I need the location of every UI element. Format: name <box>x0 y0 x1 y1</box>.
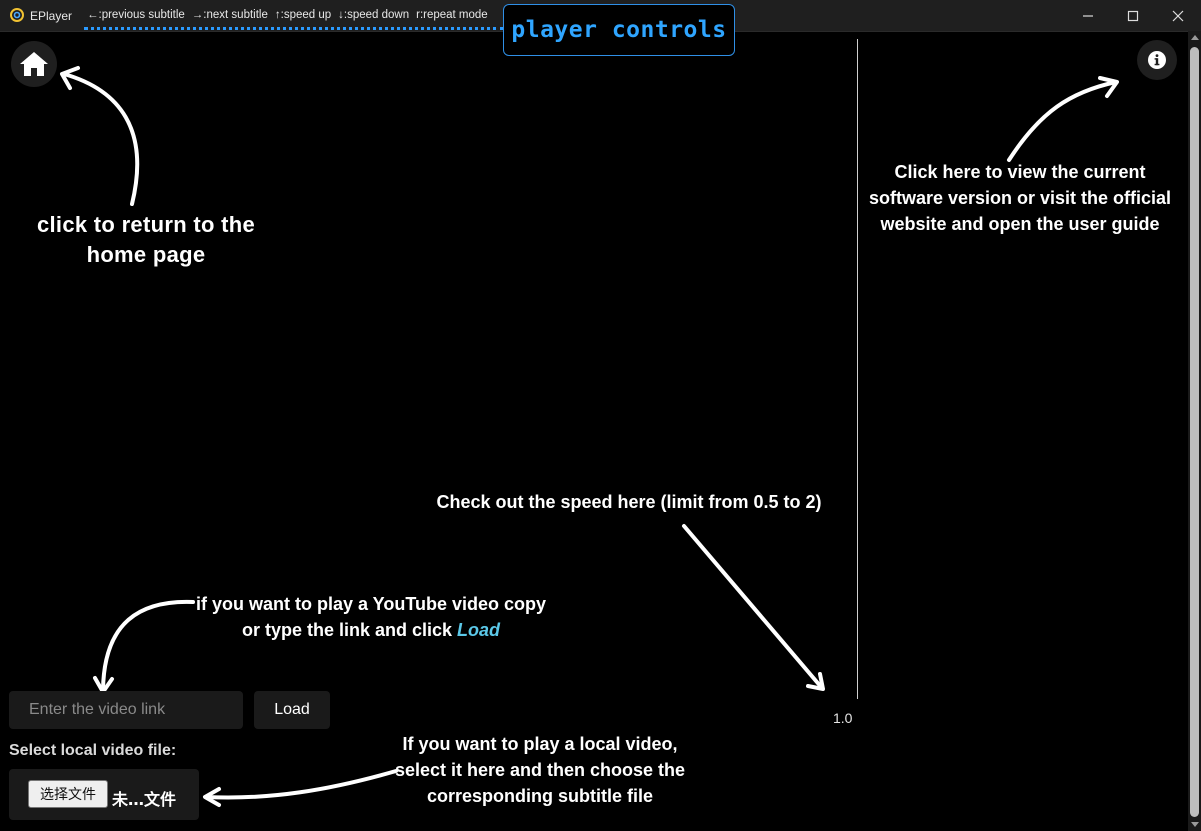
home-icon <box>20 52 48 76</box>
info-icon <box>1148 51 1166 69</box>
home-annotation: click to return to the home page <box>36 212 256 267</box>
choose-file-button[interactable]: 选择文件 <box>28 780 108 808</box>
speed-arrow <box>682 524 825 691</box>
file-status: 未…文件 <box>112 790 177 809</box>
shortcut-hints: ←:previous subtitle →:next subtitle ↑:sp… <box>87 9 488 21</box>
player-controls-badge: player controls <box>503 4 735 56</box>
info-arrow <box>1007 76 1119 162</box>
minimize-button[interactable] <box>1065 0 1111 31</box>
info-button[interactable] <box>1137 40 1177 80</box>
scroll-up-arrow-icon[interactable] <box>1191 35 1199 40</box>
app-title: EPlayer <box>30 9 73 23</box>
close-button[interactable] <box>1155 0 1201 31</box>
video-link-input[interactable] <box>9 691 243 729</box>
speed-annotation: Check out the speed here (limit from 0.5… <box>436 492 822 512</box>
scroll-down-arrow-icon[interactable] <box>1191 822 1199 827</box>
app-logo-icon <box>10 8 24 22</box>
scrollbar-thumb[interactable] <box>1190 47 1199 817</box>
local-arrow <box>203 769 398 807</box>
home-button[interactable] <box>11 41 57 87</box>
local-annotation: If you want to play a local video, selec… <box>394 734 686 806</box>
shortcut-repeat-mode: r:repeat mode <box>416 9 488 21</box>
eplayer-window: EPlayer ←:previous subtitle →:next subti… <box>0 0 1201 831</box>
youtube-annotation-load-word: Load <box>457 620 501 640</box>
speed-value: 1.0 <box>833 710 853 726</box>
local-file-picker: 选择文件 未…文件 <box>9 769 199 820</box>
close-icon <box>1172 10 1184 21</box>
vertical-scrollbar[interactable] <box>1188 31 1201 831</box>
youtube-annotation: if you want to play a YouTube video copy… <box>190 591 552 643</box>
home-arrow <box>60 66 140 206</box>
info-annotation: Click here to view the current software … <box>868 162 1172 234</box>
player-controls-label: player controls <box>511 17 727 43</box>
maximize-button[interactable] <box>1110 0 1156 31</box>
shortcut-speed-down: ↓:speed down <box>338 9 410 21</box>
youtube-arrow <box>93 599 195 694</box>
shortcut-speed-up: ↑:speed up <box>274 9 332 21</box>
minimize-icon <box>1083 14 1093 17</box>
shortcut-underline <box>84 27 504 30</box>
shortcut-previous-subtitle: ←:previous subtitle <box>87 9 185 21</box>
shortcut-next-subtitle: →:next subtitle <box>191 9 268 21</box>
speed-slider-track[interactable] <box>857 39 858 699</box>
maximize-icon <box>1127 10 1139 21</box>
local-file-label: Select local video file: <box>9 742 177 759</box>
load-button[interactable]: Load <box>254 691 330 729</box>
